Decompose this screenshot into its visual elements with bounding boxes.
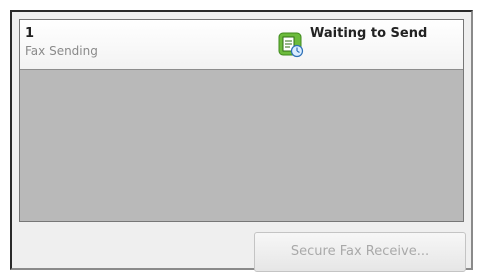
job-number: 1 [25, 26, 35, 41]
job-status-text: Waiting to Send [310, 26, 428, 41]
job-type-label: Fax Sending [25, 44, 98, 58]
job-status-panel: 1 Fax Sending Waiting to Send Secure Fax… [10, 10, 473, 272]
fax-waiting-icon [278, 32, 304, 58]
job-list[interactable]: 1 Fax Sending Waiting to Send [19, 19, 464, 222]
secure-fax-receive-button[interactable]: Secure Fax Receive... [254, 232, 466, 272]
job-row[interactable]: 1 Fax Sending Waiting to Send [20, 20, 463, 70]
